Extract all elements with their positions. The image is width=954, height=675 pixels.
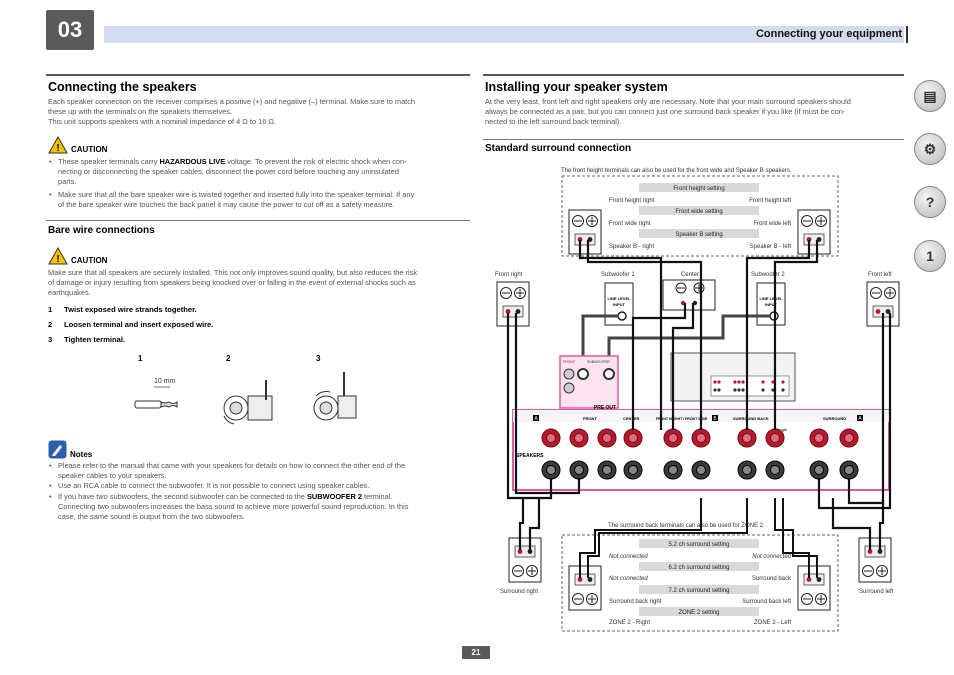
- terminal-loosen: [223, 380, 273, 425]
- svg-text:Surround back: Surround back: [752, 576, 792, 582]
- intro-text: Each speaker connection on the receiver …: [48, 97, 416, 127]
- book-icon[interactable]: ▤: [914, 80, 946, 112]
- install-intro: At the very least, front left and right …: [485, 97, 851, 127]
- surround-left-speaker: [858, 537, 892, 583]
- caution-heading: ! CAUTION: [48, 247, 107, 265]
- caution-heading: ! CAUTION: [48, 136, 107, 154]
- front-right-label: Front right: [495, 272, 523, 278]
- front-wide-left-label: Front wide left: [753, 221, 791, 227]
- figure-label-1: 1: [138, 354, 143, 363]
- svg-text:Surround back right: Surround back right: [609, 599, 662, 605]
- section-rule: [483, 74, 904, 76]
- troubleshooting-icon[interactable]: ?: [914, 186, 946, 218]
- chapter-number: 03: [46, 10, 94, 50]
- svg-text:INPUT: INPUT: [613, 302, 626, 307]
- figure-label-3: 3: [316, 354, 321, 363]
- twisted-wire: [134, 400, 178, 409]
- step-item: 3 Tighten terminal.: [48, 335, 126, 344]
- svg-text:!: !: [56, 254, 59, 265]
- surround-5-2-setting: 5.2 ch surround setting: [668, 542, 729, 548]
- subsection-rule: [483, 139, 904, 140]
- panel-surround-back-label: SURROUND BACK: [733, 416, 769, 421]
- svg-text:SUBWOOFER: SUBWOOFER: [587, 360, 610, 364]
- subwoofer-1-label: Subwoofer 1: [601, 272, 635, 278]
- surround-6-2-setting: 6.2 ch surround setting: [668, 565, 729, 571]
- wire-steps-illustration: 1 2 3 10 mm: [134, 354, 357, 425]
- steps-list: 1 Twist exposed wire strands together. 2L…: [48, 302, 213, 347]
- front-height-left-speaker: [797, 209, 831, 255]
- surround-back-left-speaker: [797, 565, 831, 611]
- center-label: Center: [681, 272, 699, 278]
- panel-front-label: FRONT: [583, 416, 597, 421]
- section-rule: [46, 74, 470, 76]
- section-title-connecting-speakers: Connecting the speakers: [48, 80, 197, 94]
- surround-back-right-speaker: [568, 565, 602, 611]
- figure-label-2: 2: [226, 354, 231, 363]
- subwoofer-2-box: LINE LEVEL INPUT: [756, 282, 786, 326]
- center-speaker: [662, 279, 716, 311]
- quick-start-icon[interactable]: 1: [914, 240, 946, 272]
- front-height-setting: Front height setting: [673, 186, 724, 192]
- bottom-note: The surround back terminals can also be …: [608, 523, 765, 529]
- warning-icon: !: [48, 136, 68, 154]
- pencil-note-icon: [48, 440, 67, 459]
- svg-text:LINE LEVEL: LINE LEVEL: [607, 296, 631, 301]
- speaker-b-left-label: Speaker B - left: [750, 244, 792, 250]
- speaker-b-right-label: Speaker B - right: [609, 244, 654, 250]
- note-item: Please refer to the manual that came wit…: [48, 461, 472, 481]
- surround-left-label: Surround left: [859, 589, 894, 595]
- subsection-title-bare-wire: Bare wire connections: [48, 225, 155, 236]
- surround-right-label: Surround right: [500, 589, 538, 595]
- speaker-b-setting: Speaker B setting: [675, 232, 722, 238]
- caution-list: These speaker terminals carry HAZARDOUS …: [48, 157, 472, 210]
- connection-diagram: The front height terminals can also be u…: [495, 168, 900, 632]
- notes-heading: Notes: [48, 440, 92, 459]
- surround-right-speaker: [508, 537, 542, 583]
- panel-speakers-label: SPEAKERS: [516, 453, 544, 459]
- svg-text:Not connected: Not connected: [609, 554, 648, 560]
- bare-wire-text: Make sure that all speakers are securely…: [48, 268, 418, 298]
- front-right-speaker: [496, 281, 530, 327]
- zone-2-setting: ZONE 2 setting: [678, 610, 719, 616]
- subsection-title-standard-surround: Standard surround connection: [485, 143, 632, 154]
- warning-icon: !: [48, 247, 68, 265]
- front-height-right-label: Front height right: [609, 198, 655, 204]
- header-title: Connecting your equipment: [755, 28, 902, 40]
- svg-text:Surround back left: Surround back left: [742, 599, 791, 605]
- header-endmark: [906, 26, 908, 43]
- subsection-rule: [46, 220, 470, 221]
- front-wide-right-label: Front wide right: [609, 221, 651, 227]
- receiver-settings-icon[interactable]: ⚙: [914, 133, 946, 165]
- panel-surround-label: SURROUND: [823, 416, 846, 421]
- caution-item: Make sure that all the bare speaker wire…: [48, 190, 472, 210]
- top-note: The front height terminals can also be u…: [561, 168, 792, 174]
- subwoofer-1-box: LINE LEVEL INPUT: [604, 282, 634, 326]
- svg-text:Not connected: Not connected: [609, 576, 648, 582]
- note-item: If you have two subwoofers, the second s…: [48, 492, 472, 523]
- front-height-left-label: Front height left: [749, 198, 791, 204]
- step-item: 2 Loosen terminal and insert exposed wire…: [48, 320, 214, 329]
- terminal-tighten: [313, 372, 357, 421]
- measure-label: 10 mm: [154, 378, 176, 385]
- front-left-label: Front left: [868, 272, 892, 278]
- section-title-installing-system: Installing your speaker system: [485, 80, 668, 94]
- caution-item: These speaker terminals carry HAZARDOUS …: [48, 157, 472, 188]
- surround-back-box: [561, 534, 839, 632]
- front-height-right-speaker: [568, 209, 602, 255]
- svg-text:ZONE 2 - Right: ZONE 2 - Right: [609, 620, 650, 626]
- svg-text:ZONE 2 - Left: ZONE 2 - Left: [754, 620, 791, 626]
- svg-text:LINE LEVEL: LINE LEVEL: [759, 296, 783, 301]
- page-number: 21: [462, 646, 490, 659]
- step-item: 1 Twist exposed wire strands together.: [48, 305, 197, 314]
- svg-text:!: !: [56, 143, 59, 154]
- subwoofer-2-label: Subwoofer 2: [751, 272, 785, 278]
- notes-list: Please refer to the manual that came wit…: [48, 461, 472, 522]
- note-item: Use an RCA cable to connect the subwoofe…: [48, 481, 472, 491]
- surround-7-2-setting: 7.2 ch surround setting: [668, 588, 729, 594]
- front-wide-setting: Front wide setting: [675, 209, 722, 215]
- svg-text:Not connected: Not connected: [752, 554, 791, 560]
- svg-text:FRONT: FRONT: [563, 360, 576, 364]
- panel-center-label: CENTER: [623, 416, 640, 421]
